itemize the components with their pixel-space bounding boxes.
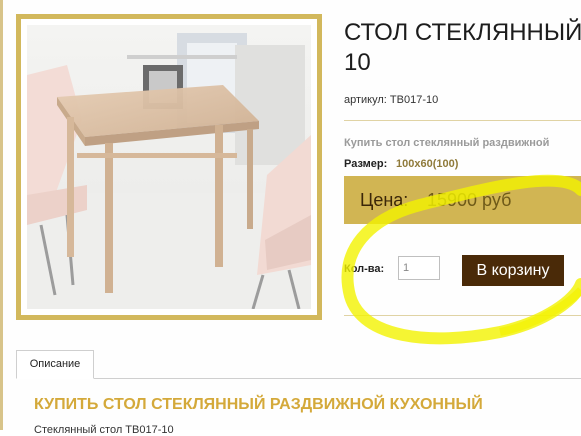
product-image [27,25,311,309]
page-left-border [0,0,3,430]
section-body-text: Стеклянный стол TB017-10 [34,424,174,436]
product-sku: артикул: TB017-10 [344,94,438,106]
size-value: 100x60(100) [396,158,459,170]
add-to-cart-button[interactable]: В корзину [462,255,564,286]
product-title-line1: СТОЛ СТЕКЛЯННЫЙ [344,19,581,46]
product-title: СТОЛ СТЕКЛЯННЫЙ 10 [344,18,581,78]
divider [344,315,581,316]
product-short-description: Купить стол стеклянный раздвижной [344,137,550,149]
sku-label: артикул: [344,94,387,106]
size-label: Размер: [344,158,388,170]
product-page: СТОЛ СТЕКЛЯННЫЙ 10 артикул: TB017-10 Куп… [0,0,581,436]
quantity-input[interactable] [398,256,440,280]
quantity-label: Кол-ва: [344,263,385,275]
section-heading: КУПИТЬ СТОЛ СТЕКЛЯННЫЙ РАЗДВИЖНОЙ КУХОНН… [34,396,483,413]
sku-value: TB017-10 [389,94,439,106]
tab-description[interactable]: Описание [16,350,94,379]
price-label: Цена: [360,190,409,210]
product-title-line2: 10 [344,49,371,76]
divider [344,120,581,121]
price-value: 15900 руб [427,190,512,210]
tabs-baseline [16,378,581,379]
product-image-frame[interactable] [16,14,322,320]
